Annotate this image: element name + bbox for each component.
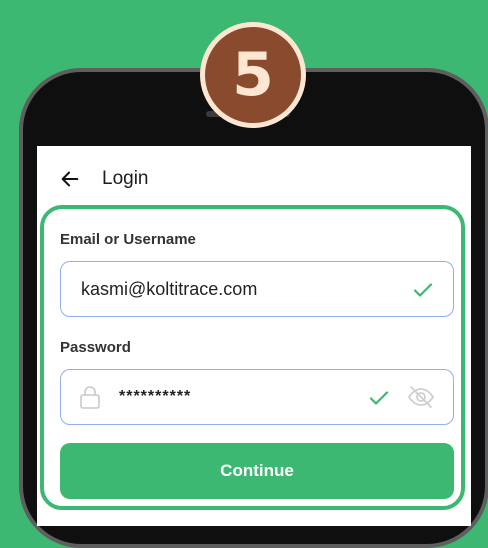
check-icon <box>413 283 433 297</box>
login-form: Email or Username kasmi@koltitrace.com P… <box>40 205 465 510</box>
lock-icon <box>80 386 100 409</box>
eye-off-icon[interactable] <box>407 385 435 409</box>
password-value: ********** <box>119 388 192 405</box>
step-number: 5 <box>232 40 274 110</box>
email-value: kasmi@koltitrace.com <box>81 279 258 299</box>
page-title: Login <box>102 168 149 189</box>
password-field[interactable]: ********** <box>60 369 454 425</box>
step-badge-inner: 5 <box>205 27 301 123</box>
app-header: Login <box>59 164 149 194</box>
login-screen: Login Email or Username kasmi@koltitrace… <box>37 146 471 526</box>
continue-button[interactable]: Continue <box>60 443 454 499</box>
email-field[interactable]: kasmi@koltitrace.com <box>60 261 454 317</box>
check-icon <box>369 391 389 405</box>
arrow-left-icon[interactable] <box>59 168 81 190</box>
password-label: Password <box>60 339 131 356</box>
email-label: Email or Username <box>60 231 196 248</box>
step-badge: 5 <box>200 22 306 128</box>
